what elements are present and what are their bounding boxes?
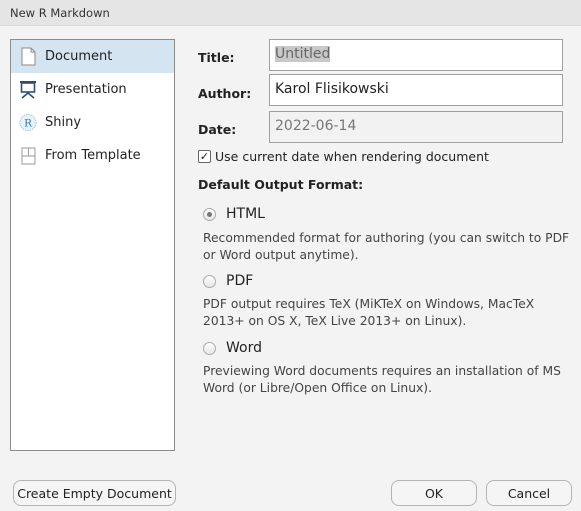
sidebar-item-label: Presentation <box>45 82 127 97</box>
sidebar-item-document[interactable]: Document <box>11 40 174 73</box>
svg-text:R: R <box>24 117 33 129</box>
format-label: HTML <box>226 206 265 222</box>
pdf-radio[interactable] <box>203 274 216 288</box>
author-label: Author: <box>198 86 252 101</box>
use-current-date-option[interactable]: ✓ Use current date when rendering docume… <box>198 149 489 164</box>
format-option-html[interactable]: HTML <box>203 206 265 222</box>
output-format-heading: Default Output Format: <box>198 177 364 192</box>
title-label: Title: <box>198 50 235 65</box>
ok-button[interactable]: OK <box>391 480 477 506</box>
format-option-word[interactable]: Word <box>203 340 262 356</box>
author-input[interactable]: Karol Flisikowski <box>269 74 563 106</box>
date-input: 2022-06-14 <box>269 111 563 143</box>
html-description: Recommended format for authoring (you ca… <box>203 231 570 262</box>
sidebar-item-label: Shiny <box>45 115 82 130</box>
document-icon <box>19 47 37 67</box>
title-input[interactable]: Untitled <box>269 39 563 71</box>
pdf-description: PDF output requires TeX (MiKTeX on Windo… <box>203 297 535 328</box>
title-input-value: Untitled <box>275 46 331 62</box>
date-input-value: 2022-06-14 <box>275 118 357 134</box>
sidebar-item-shiny[interactable]: R Shiny <box>11 106 174 139</box>
use-current-date-label: Use current date when rendering document <box>215 149 489 164</box>
format-option-pdf[interactable]: PDF <box>203 273 253 289</box>
template-type-list[interactable]: Document Presentation R Shiny From Templ… <box>10 39 175 451</box>
date-label: Date: <box>198 122 237 137</box>
sidebar-item-label: From Template <box>45 148 141 163</box>
presentation-icon <box>19 80 37 100</box>
sidebar-item-label: Document <box>45 49 113 64</box>
sidebar-item-from-template[interactable]: From Template <box>11 139 174 172</box>
author-input-value: Karol Flisikowski <box>275 81 389 97</box>
template-icon <box>19 146 37 166</box>
use-current-date-checkbox[interactable]: ✓ <box>198 150 211 163</box>
window-title: New R Markdown <box>10 6 110 20</box>
html-radio[interactable] <box>203 207 216 221</box>
format-label: Word <box>226 340 262 356</box>
sidebar-item-presentation[interactable]: Presentation <box>11 73 174 106</box>
word-radio[interactable] <box>203 341 216 355</box>
format-label: PDF <box>226 273 254 289</box>
cancel-button[interactable]: Cancel <box>486 480 572 506</box>
shiny-r-icon: R <box>19 113 37 133</box>
window-titlebar: New R Markdown <box>0 0 581 26</box>
word-description: Previewing Word documents requires an in… <box>203 364 561 395</box>
create-empty-document-button[interactable]: Create Empty Document <box>13 480 176 506</box>
